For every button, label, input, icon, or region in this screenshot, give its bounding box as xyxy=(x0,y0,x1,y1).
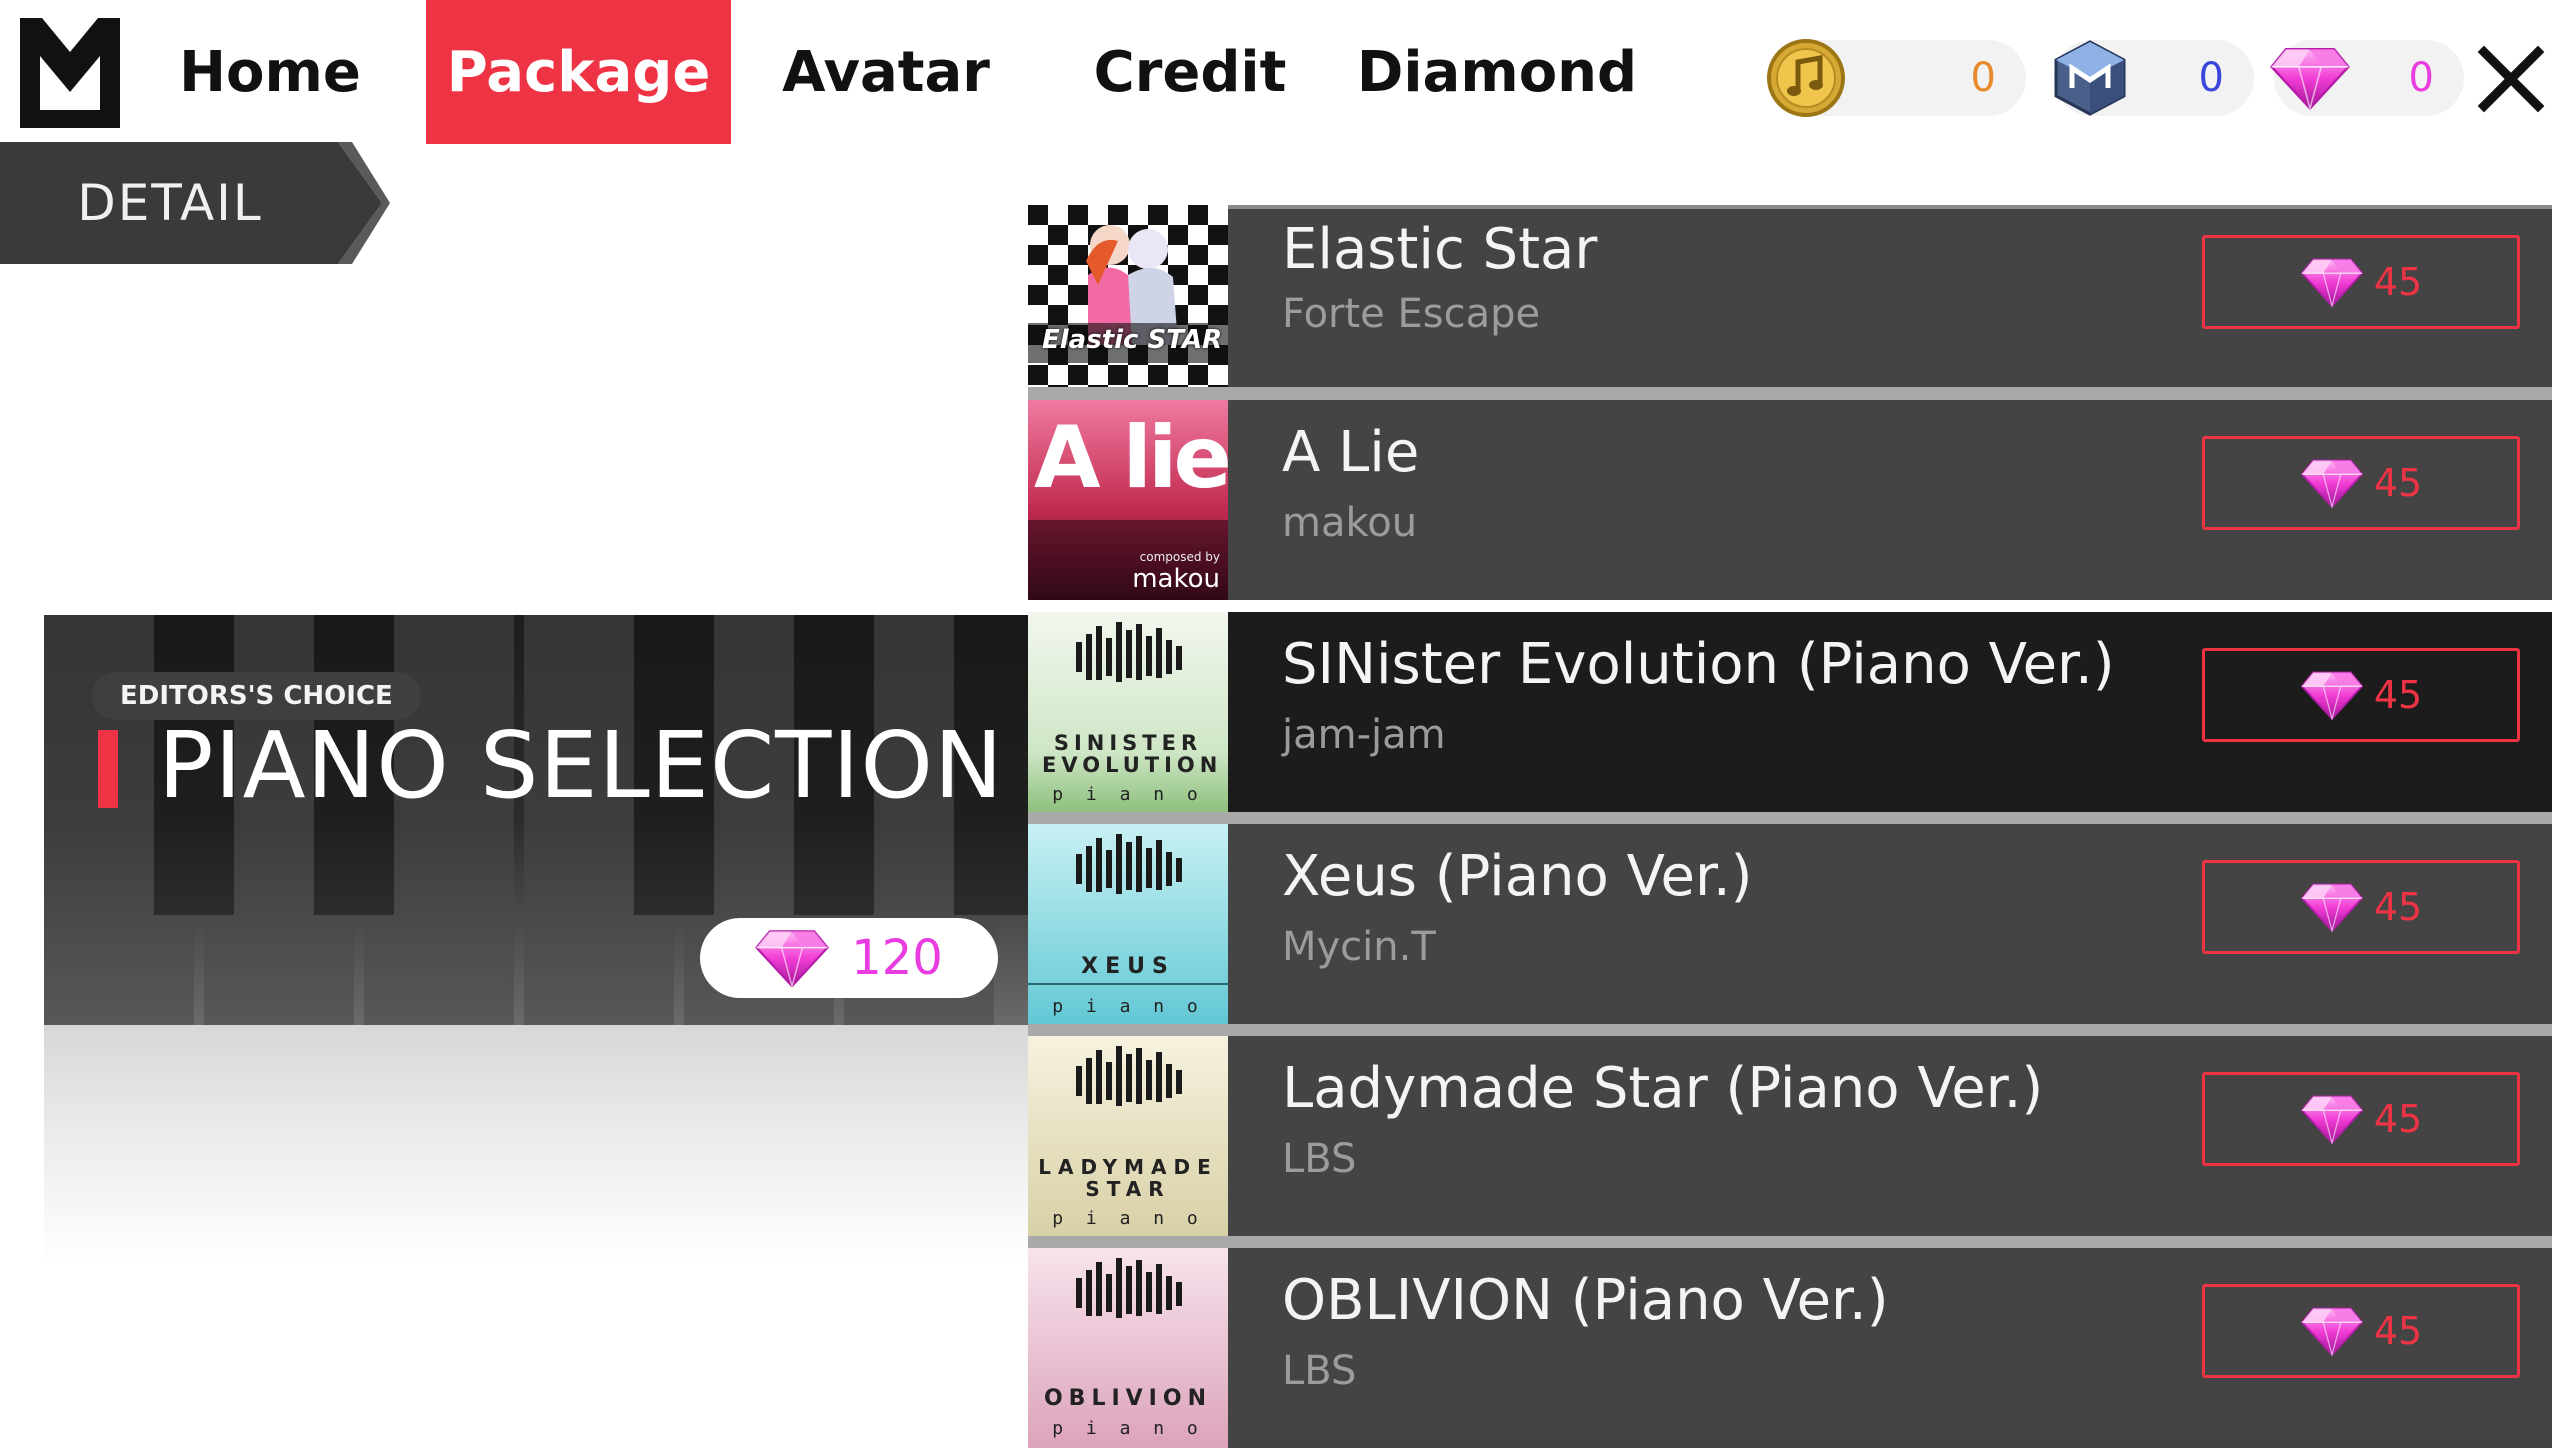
music-coin-value: 0 xyxy=(1970,55,1996,101)
song-buy-button[interactable]: 45 xyxy=(2202,648,2520,742)
song-artist: Forte Escape xyxy=(1282,291,1541,337)
close-icon[interactable] xyxy=(2468,36,2554,122)
song-jacket: SINISTER EVOLUTION p i a n o xyxy=(1028,612,1228,812)
tab-package[interactable]: Package xyxy=(426,0,731,144)
song-jacket: XEUS p i a n o xyxy=(1028,824,1228,1024)
app-logo-icon xyxy=(20,18,120,128)
jacket-text: LADYMADE STAR xyxy=(1038,1155,1218,1201)
jacket-text: SINISTER EVOLUTION xyxy=(1042,731,1223,777)
diamond-icon xyxy=(2300,1306,2364,1356)
song-buy-button[interactable]: 45 xyxy=(2202,860,2520,954)
song-artist: LBS xyxy=(1282,1136,1357,1182)
song-price: 45 xyxy=(2373,260,2423,304)
row-separator xyxy=(1028,387,2552,400)
banner-reflection xyxy=(44,1025,1030,1265)
song-buy-button[interactable]: 45 xyxy=(2202,1072,2520,1166)
song-buy-button[interactable]: 45 xyxy=(2202,1284,2520,1378)
song-row[interactable]: A lie composed by makou A Lie makou 45 xyxy=(1028,400,2552,600)
diamond-icon xyxy=(2270,38,2350,118)
diamond-icon xyxy=(2300,670,2364,720)
detail-tab[interactable]: DETAIL xyxy=(0,142,390,264)
song-title: A Lie xyxy=(1282,420,1420,485)
diamond-icon xyxy=(2300,882,2364,932)
song-artist: LBS xyxy=(1282,1348,1357,1394)
song-row[interactable]: SINISTER EVOLUTION p i a n o SINister Ev… xyxy=(1028,612,2552,812)
song-row[interactable]: LADYMADE STAR p i a n o Ladymade Star (P… xyxy=(1028,1036,2552,1236)
jacket-subtext: p i a n o xyxy=(1052,996,1204,1017)
song-row[interactable]: Elastic STAR Elastic Star Forte Escape 4… xyxy=(1028,205,2552,387)
song-price: 45 xyxy=(2373,461,2423,505)
jacket-small-text: composed by xyxy=(1139,550,1220,564)
detail-label: DETAIL xyxy=(77,174,263,232)
row-separator xyxy=(1028,812,2552,824)
music-coin-icon xyxy=(1767,39,1845,117)
song-title: SINister Evolution (Piano Ver.) xyxy=(1282,632,2115,697)
song-price: 45 xyxy=(2373,1309,2423,1353)
jacket-subtext: p i a n o xyxy=(1052,1208,1204,1229)
title-accent-bar xyxy=(98,730,118,808)
diamond-counter: 0 xyxy=(2274,40,2464,116)
jacket-text: XEUS xyxy=(1081,954,1175,979)
diamond-value: 0 xyxy=(2408,55,2434,101)
jacket-text: A lie xyxy=(1034,408,1228,508)
song-price: 45 xyxy=(2373,885,2423,929)
jacket-subtext: p i a n o xyxy=(1052,784,1204,805)
music-coin-counter: 0 xyxy=(1767,39,2026,117)
song-artist: jam-jam xyxy=(1282,712,1446,758)
m-cube-icon xyxy=(2054,40,2126,116)
package-buy-button[interactable]: 120 xyxy=(700,918,998,998)
jacket-text: Elastic STAR xyxy=(1042,325,1223,355)
song-title: Elastic Star xyxy=(1282,217,1598,282)
song-price: 45 xyxy=(2373,1097,2423,1141)
song-jacket: LADYMADE STAR p i a n o xyxy=(1028,1036,1228,1236)
song-row[interactable]: XEUS p i a n o Xeus (Piano Ver.) Mycin.T… xyxy=(1028,824,2552,1024)
jacket-subtext: p i a n o xyxy=(1052,1418,1204,1439)
diamond-icon xyxy=(755,928,829,988)
tab-avatar[interactable]: Avatar xyxy=(766,0,1006,144)
song-row[interactable]: OBLIVION p i a n o OBLIVION (Piano Ver.)… xyxy=(1028,1248,2552,1448)
m-cube-value: 0 xyxy=(2198,55,2224,101)
tab-diamond[interactable]: Diamond xyxy=(1357,0,1637,144)
package-price: 120 xyxy=(851,930,943,986)
song-title: Xeus (Piano Ver.) xyxy=(1282,844,1753,909)
song-jacket: A lie composed by makou xyxy=(1028,400,1228,600)
song-title: Ladymade Star (Piano Ver.) xyxy=(1282,1056,2044,1121)
row-separator xyxy=(1028,1024,2552,1036)
diamond-icon xyxy=(2300,458,2364,508)
song-artist: Mycin.T xyxy=(1282,924,1436,970)
jacket-text: OBLIVION xyxy=(1043,1386,1212,1411)
package-title: PIANO SELECTION xyxy=(158,712,1004,819)
song-artist: makou xyxy=(1282,500,1418,546)
song-buy-button[interactable]: 45 xyxy=(2202,235,2520,329)
diamond-icon xyxy=(2300,257,2364,307)
m-cube-counter: 0 xyxy=(2054,40,2254,116)
song-price: 45 xyxy=(2373,673,2423,717)
song-buy-button[interactable]: 45 xyxy=(2202,436,2520,530)
song-title: OBLIVION (Piano Ver.) xyxy=(1282,1268,1889,1333)
row-separator xyxy=(1028,1236,2552,1248)
diamond-icon xyxy=(2300,1094,2364,1144)
jacket-subtext: makou xyxy=(1132,564,1220,594)
tab-credit[interactable]: Credit xyxy=(1070,0,1310,144)
song-jacket: OBLIVION p i a n o xyxy=(1028,1248,1228,1448)
tab-home[interactable]: Home xyxy=(150,0,390,144)
song-jacket: Elastic STAR xyxy=(1028,205,1228,387)
